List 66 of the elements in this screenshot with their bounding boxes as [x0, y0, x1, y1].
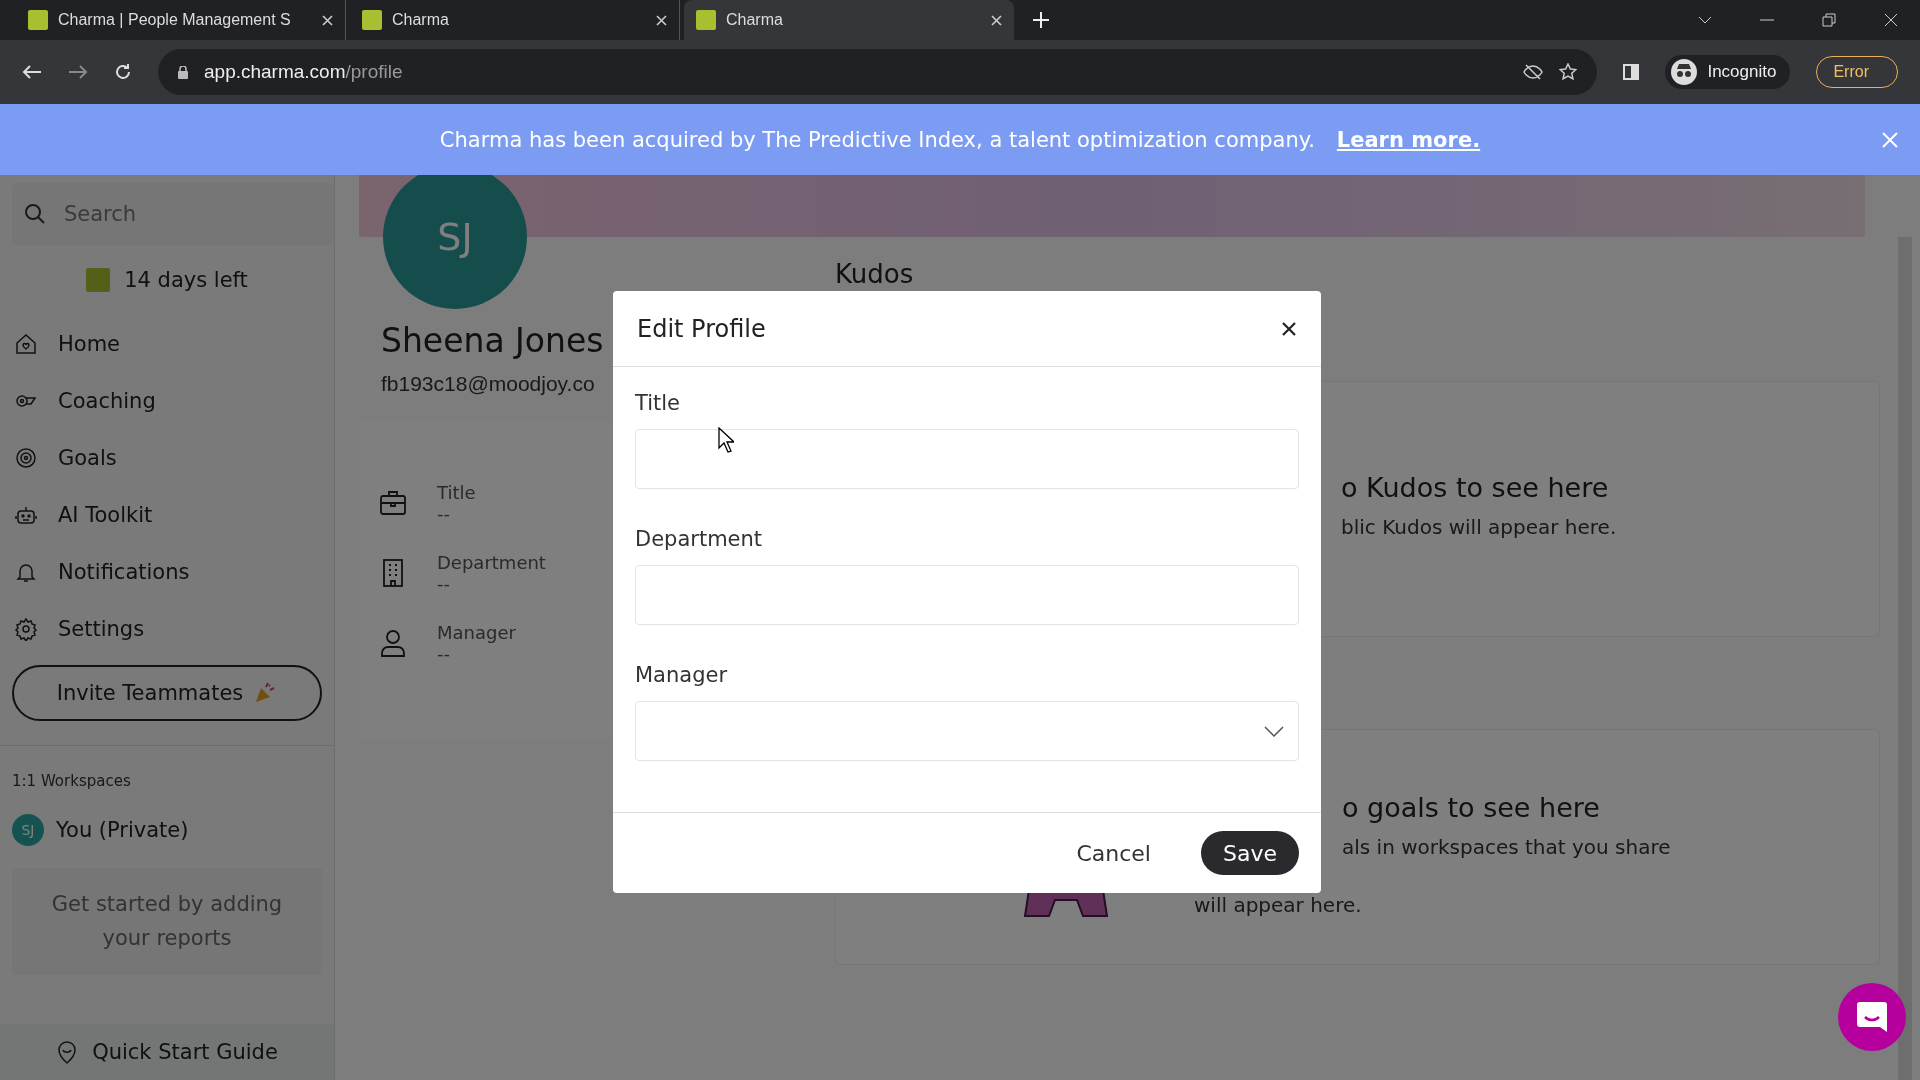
- mouse-cursor-icon: [718, 427, 734, 453]
- browser-tab[interactable]: Charma: [684, 0, 1014, 40]
- forward-arrow-icon[interactable]: [68, 64, 88, 80]
- profile-name: Sheena Jones: [381, 321, 604, 360]
- field-label: Title: [437, 482, 476, 503]
- empty-state-text: blic Kudos will appear here.: [1341, 515, 1618, 539]
- dialog-title: Edit Profile: [637, 314, 766, 343]
- search-field[interactable]: Search: [12, 183, 334, 245]
- target-icon: [14, 445, 38, 470]
- back-arrow-icon[interactable]: [22, 64, 42, 80]
- profile-email: fb193c18@moodjoy.co: [381, 372, 595, 396]
- nav-item[interactable]: AI Toolkit: [12, 486, 322, 543]
- profile-avatar: SJ: [383, 175, 527, 309]
- field-value: --: [437, 503, 451, 524]
- scrollbar[interactable]: [1898, 237, 1912, 1080]
- text-input[interactable]: [635, 429, 1299, 489]
- avatar-initials: SJ: [12, 814, 44, 846]
- empty-state-title: o Kudos to see here: [1341, 472, 1610, 503]
- empty-state-text: als in workspaces that you share: [1342, 835, 1671, 859]
- save-button[interactable]: Save: [1201, 831, 1299, 875]
- field-label: Manager: [437, 622, 516, 643]
- workspace-item[interactable]: SJ You (Private): [12, 814, 322, 846]
- cancel-button[interactable]: Cancel: [1070, 839, 1157, 867]
- nav-item[interactable]: Goals: [12, 429, 322, 486]
- field-label: Department: [635, 527, 764, 551]
- nav-item[interactable]: Notifications: [12, 543, 322, 600]
- incognito-badge[interactable]: Incognito: [1665, 55, 1791, 89]
- sidebar-icon[interactable]: [1623, 64, 1640, 80]
- chat-bubble-icon: [1855, 1000, 1889, 1034]
- eye-slash-icon[interactable]: [1523, 64, 1544, 80]
- nav-item[interactable]: Coaching: [12, 372, 322, 429]
- person-icon: [379, 628, 407, 658]
- briefcase-icon: [379, 488, 407, 518]
- chevron-down-icon: [1264, 725, 1284, 737]
- empty-state-text: will appear here.: [1194, 893, 1363, 917]
- home-icon: [14, 331, 38, 356]
- field-label: Department: [437, 552, 546, 573]
- plus-icon[interactable]: [1032, 11, 1050, 29]
- section-heading: 1:1 Workspaces: [12, 772, 132, 790]
- chevron-down-icon[interactable]: [1698, 16, 1712, 24]
- restore-icon[interactable]: [1822, 13, 1836, 27]
- settings-icon: [14, 616, 38, 641]
- empty-reports-message: Get started by adding your reports: [12, 868, 322, 976]
- banner-text: Charma has been acquired by The Predictive Index, a talent optimization company.: [439, 127, 1315, 152]
- field-label: Title: [635, 391, 681, 415]
- field-value: --: [437, 643, 451, 664]
- quick-start-guide-button[interactable]: Quick Start Guide: [0, 1024, 334, 1080]
- empty-state-title: o goals to see here: [1342, 792, 1601, 823]
- field-value: --: [437, 573, 451, 594]
- text-input[interactable]: [635, 565, 1299, 625]
- lock-icon: [178, 65, 188, 79]
- reload-icon[interactable]: [114, 63, 132, 81]
- kudos-heading: Kudos: [835, 259, 914, 289]
- url-text: app.charma.com/profile: [204, 61, 403, 83]
- incognito-icon: [1671, 59, 1698, 85]
- close-icon[interactable]: [1281, 320, 1297, 337]
- trial-days-text: 14 days left: [124, 268, 248, 292]
- nav-item[interactable]: Settings: [12, 600, 322, 657]
- address-bar[interactable]: app.charma.com/profile: [158, 49, 1598, 95]
- learn-more-link[interactable]: Learn more.: [1336, 127, 1481, 152]
- field-label: Manager: [635, 663, 729, 687]
- map-pin-icon: [56, 1040, 79, 1064]
- star-icon[interactable]: [1559, 63, 1578, 81]
- search-icon: [24, 203, 46, 225]
- invite-teammates-button[interactable]: Invite Teammates: [12, 665, 322, 721]
- nav-item[interactable]: Home: [12, 315, 322, 372]
